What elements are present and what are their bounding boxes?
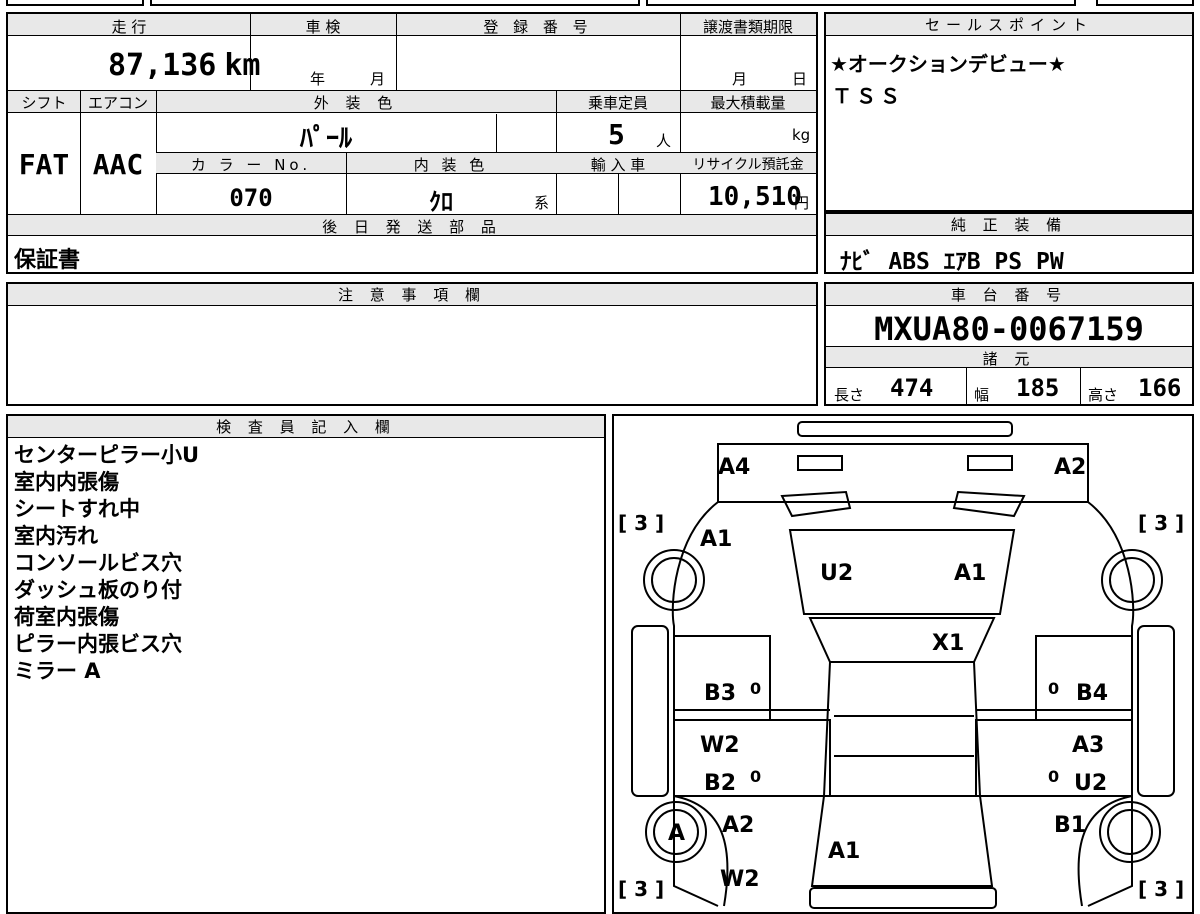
mark-right-fender: B1	[1054, 813, 1086, 838]
exterior-color-value: ﾊﾟｰﾙ	[299, 124, 352, 154]
deadline-label: 譲渡書類期限	[702, 18, 793, 36]
import-label: 輸 入 車	[590, 156, 646, 174]
mark-rear-glass-right: A1	[954, 561, 986, 586]
shift-value: FAT	[18, 148, 70, 181]
mark-left-front-wheel: A	[668, 821, 685, 846]
deadline-day: 日	[792, 70, 808, 88]
sales-point-line-1: ★オークションデビュー★	[830, 52, 1066, 76]
height-label: 高さ	[1088, 386, 1119, 404]
height-value: 166	[1138, 374, 1182, 402]
mark-rear-glass-left: U2	[820, 561, 853, 586]
chassis-value: MXUA80-0067159	[874, 310, 1144, 348]
capacity-unit: 人	[656, 132, 672, 150]
sales-point-label: セールスポイント	[826, 14, 1192, 36]
note-line: ピラー内張ビス穴	[14, 632, 182, 656]
tire-tread-tr: [ 3 ]	[1138, 511, 1184, 535]
exterior-color-label: 外 装 色	[313, 94, 399, 112]
recycle-unit: 円	[794, 194, 810, 212]
zero-mark: 0	[1048, 767, 1059, 786]
note-line: センターピラー小U	[14, 443, 200, 467]
inspector-box: 検 査 員 記 入 欄 センターピラー小U 室内内張傷 シートすれ中 室内汚れ …	[6, 414, 606, 914]
mark-rear-right: A2	[1054, 455, 1086, 480]
chassis-box: 車 台 番 号 MXUA80-0067159 諸 元 長さ 474 幅 185 …	[824, 282, 1194, 406]
notice-box: 注 意 事 項 欄	[6, 282, 818, 406]
capacity-label: 乗車定員	[587, 94, 648, 112]
mark-bonnet: A1	[828, 839, 860, 864]
note-line: 室内汚れ	[14, 524, 98, 548]
damage-marks: A4 A2 A1 U2 A1 X1 B3 B4 W2 A3 B2 U2 A2 B…	[668, 455, 1108, 892]
interior-color-value: ｸﾛ	[429, 188, 453, 216]
equipment-value: ﾅﾋﾞ ABS ｴｱB PS PW	[840, 249, 1064, 275]
recycle-value: 10,510	[708, 182, 802, 212]
specs-label: 諸 元	[982, 350, 1036, 368]
note-line: 荷室内張傷	[14, 605, 119, 629]
mark-roof: X1	[932, 631, 964, 656]
note-line: ミラー A	[14, 659, 101, 683]
width-label: 幅	[974, 386, 990, 404]
mileage-label: 走 行	[111, 18, 147, 36]
max-load-unit: kg	[792, 126, 811, 144]
mark-rear-panel: A1	[700, 527, 732, 552]
registration-label: 登 録 番 号	[483, 18, 593, 36]
car-diagram-box: A4 A2 A1 U2 A1 X1 B3 B4 W2 A3 B2 U2 A2 B…	[612, 414, 1194, 914]
note-line: コンソールビス穴	[14, 551, 182, 575]
equipment-label: 純 正 装 備	[826, 214, 1192, 236]
notice-label: 注 意 事 項 欄	[8, 284, 816, 306]
mark-left-rear-door: B3	[704, 681, 736, 706]
recycle-label: リサイクル預託金	[692, 157, 804, 173]
mark-left-fender: A2	[722, 813, 754, 838]
top-strip	[0, 0, 1200, 8]
color-no-label: カ ラ ー No.	[190, 156, 312, 174]
mark-right-front-door: U2	[1074, 771, 1107, 796]
car-diagram: A4 A2 A1 U2 A1 X1 B3 B4 W2 A3 B2 U2 A2 B…	[618, 421, 1184, 909]
later-parts-value: 保証書	[14, 248, 81, 273]
tire-tread-tl: [ 3 ]	[618, 511, 664, 535]
aircon-label: エアコン	[87, 94, 148, 112]
tire-tread-bl: [ 3 ]	[618, 877, 664, 901]
zero-mark: 0	[1048, 679, 1059, 698]
inspector-label: 検 査 員 記 入 欄	[8, 416, 604, 438]
interior-color-suffix: 系	[534, 194, 550, 212]
capacity-value: 5	[608, 118, 625, 151]
max-load-label: 最大積載量	[710, 94, 786, 112]
note-line: ダッシュ板のり付	[14, 578, 182, 602]
length-label: 長さ	[834, 386, 865, 404]
sales-point-box: セールスポイント ★オークションデビュー★ ＴＳＳ	[824, 12, 1194, 212]
aircon-value: AAC	[92, 148, 144, 181]
mileage-value: 87,136 km	[108, 48, 261, 83]
mark-rear-left: A4	[718, 455, 750, 480]
shift-label: シフト	[21, 94, 67, 112]
mark-left-pillar: W2	[700, 733, 740, 758]
color-no-value: 070	[229, 184, 273, 212]
mark-front-left: W2	[720, 867, 760, 892]
mark-right-rear-door: B4	[1076, 681, 1108, 706]
inspector-notes: センターピラー小U 室内内張傷 シートすれ中 室内汚れ コンソールビス穴 ダッシ…	[14, 442, 199, 685]
length-value: 474	[890, 374, 934, 402]
zero-mark: 0	[750, 767, 761, 786]
later-parts-label: 後 日 発 送 部 品	[322, 218, 502, 236]
sales-point-line-2: ＴＳＳ	[832, 84, 904, 108]
interior-color-label: 内 装 色	[413, 156, 489, 174]
deadline-month: 月	[732, 70, 748, 88]
tire-tread-br: [ 3 ]	[1138, 877, 1184, 901]
vehicle-info-table: 走 行 車 検 登 録 番 号 譲渡書類期限 87,136 km 年 月 月 日 …	[6, 12, 818, 274]
width-value: 185	[1016, 374, 1060, 402]
equipment-box: 純 正 装 備 ﾅﾋﾞ ABS ｴｱB PS PW	[824, 212, 1194, 275]
note-line: 室内内張傷	[14, 470, 119, 494]
mark-right-pillar: A3	[1072, 733, 1104, 758]
inspection-month: 月	[370, 70, 386, 88]
zero-mark: 0	[750, 679, 761, 698]
note-line: シートすれ中	[14, 497, 140, 521]
mark-left-front-door: B2	[704, 771, 736, 796]
chassis-label: 車 台 番 号	[826, 284, 1192, 306]
inspection-label: 車 検	[305, 18, 341, 36]
inspection-year: 年	[310, 70, 326, 88]
